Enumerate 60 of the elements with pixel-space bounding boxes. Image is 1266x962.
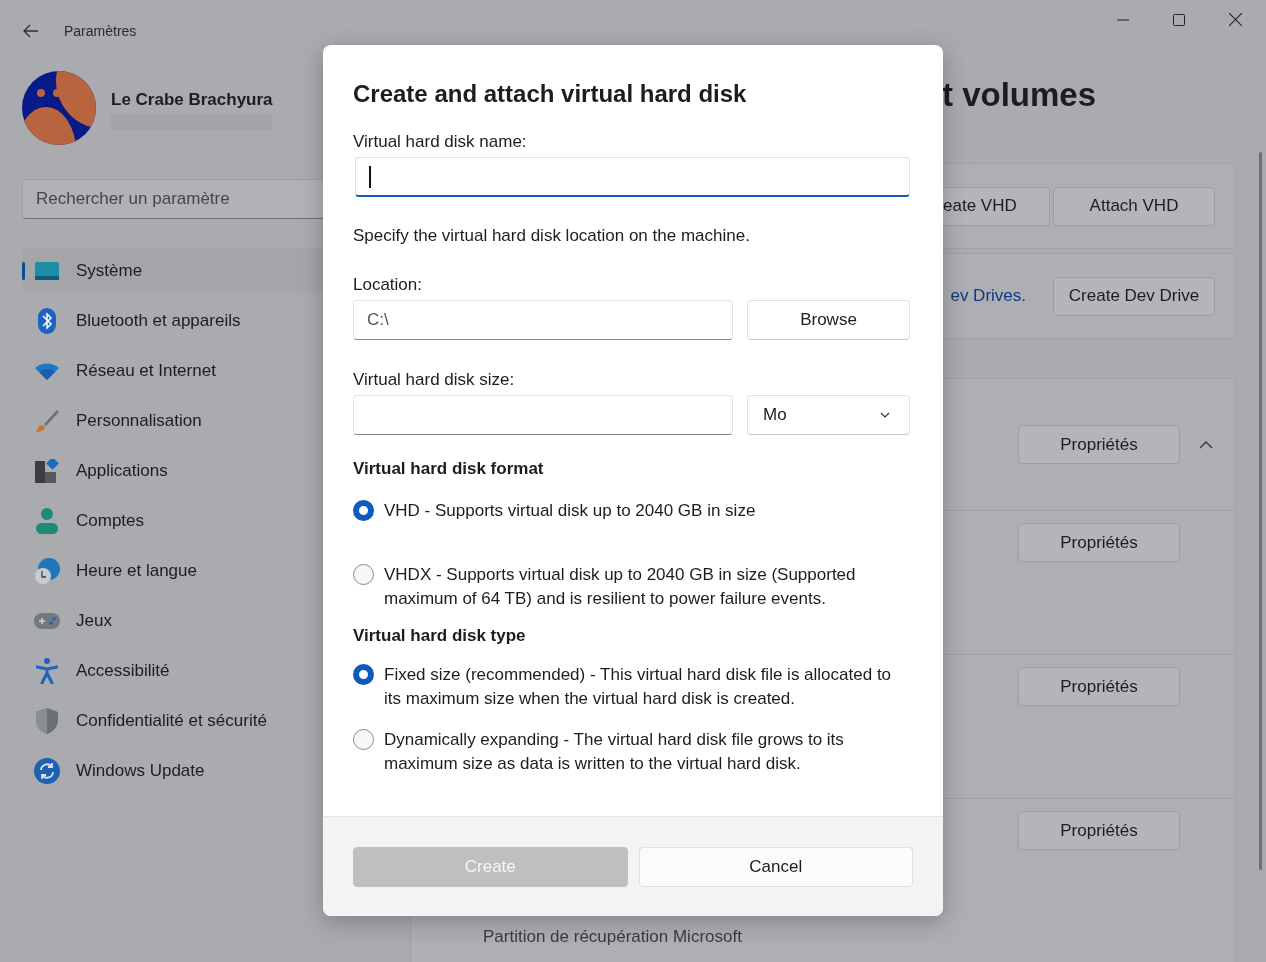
person-icon	[36, 507, 58, 534]
option-label: Fixed size (recommended) - This virtual hard disk file is allocated to its maximum size when the virtual hard disk is created.	[384, 664, 893, 710]
nav-item[interactable]: Bluetooth et appareils	[22, 298, 330, 343]
radio-button[interactable]	[353, 564, 374, 585]
gamepad-icon	[34, 612, 60, 629]
back-arrow-icon[interactable]	[23, 24, 39, 38]
chevron-down-icon	[880, 412, 890, 418]
dialog-title: Create and attach virtual hard disk	[353, 79, 748, 109]
browse-button[interactable]: Browse	[747, 300, 910, 340]
globe-clock-icon	[34, 557, 60, 584]
nav-item[interactable]: Accessibilité	[22, 648, 330, 693]
nav-item[interactable]: Applications	[22, 448, 330, 493]
radio-button[interactable]	[353, 729, 374, 750]
unit-dropdown[interactable]: Mo	[747, 395, 910, 435]
close-icon[interactable]	[1229, 13, 1242, 26]
section-heading: Virtual hard disk format	[353, 458, 545, 480]
radio-button[interactable]	[353, 500, 374, 521]
radio-button[interactable]	[353, 664, 374, 685]
maximize-icon[interactable]	[1173, 13, 1185, 26]
section-heading: Virtual hard disk type	[353, 625, 527, 647]
nav-item[interactable]: Windows Update	[22, 748, 330, 793]
properties-button[interactable]: Propriétés	[1018, 811, 1180, 850]
nav-item[interactable]: Heure et langue	[22, 548, 330, 593]
properties-button[interactable]: Propriétés	[1018, 667, 1180, 706]
page-title: t volumes	[942, 75, 1098, 115]
dev-drives-link[interactable]: ev Drives.	[950, 286, 1026, 306]
nav-item[interactable]: Confidentialité et sécurité	[22, 698, 330, 743]
nav-item[interactable]: Comptes	[22, 498, 330, 543]
hint-text: Specify the virtual hard disk location on the machine.	[353, 225, 751, 247]
field-label: Virtual hard disk name:	[353, 131, 528, 153]
shield-icon	[36, 707, 58, 734]
apps-icon	[35, 458, 59, 483]
accessibility-icon	[36, 657, 58, 684]
option-label: VHD - Supports virtual disk up to 2040 GB in size	[384, 500, 756, 522]
drive-detail: Partition de récupération Microsoft	[483, 926, 743, 948]
profile-name: Le Crabe Brachyura	[111, 90, 273, 110]
size-field[interactable]	[353, 395, 733, 435]
field-label: Virtual hard disk size:	[353, 369, 516, 391]
wifi-icon	[35, 361, 59, 380]
option-label: Dynamically expanding - The virtual hard disk file grows to its maximum size as data is written to the virtual hard disk.	[384, 729, 845, 775]
option-label: VHDX - Supports virtual disk up to 2040 GB in size (Supported maximum of 64 TB) and is resilient to power failure events.	[384, 564, 857, 610]
monitor-icon	[35, 261, 59, 280]
nav-item[interactable]: Personnalisation	[22, 398, 330, 443]
attach-vhd-button[interactable]: Attach VHD	[1053, 186, 1215, 226]
sync-icon	[34, 757, 60, 784]
location-field[interactable]: C:\	[353, 300, 733, 340]
cancel-button[interactable]: Cancel	[638, 846, 913, 887]
properties-button[interactable]: Propriétés	[1018, 523, 1180, 562]
window-title: Paramètres	[64, 23, 137, 39]
create-dev-drive-button[interactable]: Create Dev Drive	[1053, 276, 1215, 316]
paintbrush-icon	[35, 408, 59, 433]
name-field[interactable]	[355, 157, 910, 197]
minimize-icon[interactable]	[1117, 18, 1129, 21]
chevron-icon[interactable]	[1199, 440, 1213, 449]
create-vhd-button[interactable]: eate VHD	[943, 186, 1050, 226]
properties-button[interactable]: Propriétés	[1018, 425, 1180, 464]
field-label: Location:	[353, 274, 423, 296]
nav-item[interactable]: Jeux	[22, 598, 330, 643]
bluetooth-icon	[38, 307, 56, 334]
nav-item[interactable]: Réseau et Internet	[22, 348, 330, 393]
